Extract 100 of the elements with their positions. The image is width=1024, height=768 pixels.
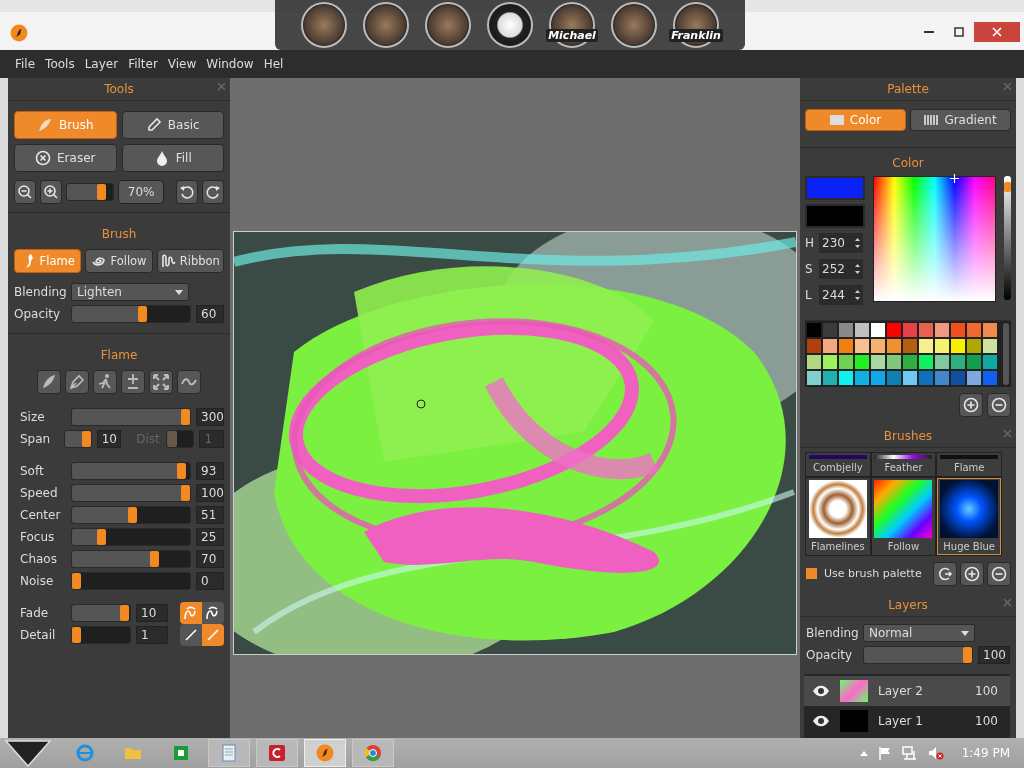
spin-field[interactable]: 252 — [819, 259, 863, 279]
color-swatch[interactable] — [983, 355, 997, 369]
color-swatch[interactable] — [919, 339, 933, 353]
color-swatch[interactable] — [823, 371, 837, 385]
slider-track[interactable] — [71, 528, 191, 546]
mode-toggle-button[interactable] — [180, 624, 202, 646]
color-swatch[interactable] — [839, 355, 853, 369]
color-swatch[interactable] — [887, 371, 901, 385]
color-swatch[interactable] — [903, 371, 917, 385]
slider-thumb[interactable] — [181, 485, 190, 501]
tool-button[interactable]: Basic — [121, 111, 224, 139]
color-swatch[interactable] — [951, 339, 965, 353]
game-badge[interactable] — [363, 2, 409, 48]
color-swatch[interactable] — [823, 355, 837, 369]
slider-thumb[interactable] — [181, 409, 190, 425]
slider-thumb[interactable] — [119, 605, 129, 621]
mode-toggle-button[interactable] — [202, 624, 224, 646]
color-swatch[interactable] — [951, 371, 965, 385]
slider-thumb[interactable] — [963, 647, 972, 664]
taskbar-app-button[interactable] — [256, 739, 298, 767]
slider-track[interactable] — [71, 604, 131, 622]
slider-track[interactable] — [71, 506, 191, 524]
value-field[interactable]: 25 — [196, 528, 224, 546]
brush-preset[interactable]: Combjelly — [806, 452, 870, 476]
eye-icon[interactable] — [812, 715, 830, 727]
value-field[interactable]: 0 — [196, 572, 224, 590]
slider-track[interactable] — [71, 408, 191, 426]
menu-item[interactable]: Filter — [123, 57, 163, 71]
flame-tool-button[interactable] — [65, 370, 89, 394]
layer-row[interactable]: Layer 1 100 — [804, 706, 1010, 736]
color-swatch[interactable] — [935, 323, 949, 337]
game-badge[interactable]: Michael — [549, 2, 595, 48]
color-swatch[interactable] — [855, 323, 869, 337]
color-swatch[interactable] — [855, 371, 869, 385]
value-field[interactable]: 1 — [136, 626, 168, 644]
game-badge[interactable] — [611, 2, 657, 48]
menu-item[interactable]: Tools — [40, 57, 80, 71]
reset-button[interactable] — [933, 561, 957, 586]
spin-field[interactable]: 230 — [819, 233, 863, 253]
rotate-right-button[interactable] — [201, 180, 224, 204]
value-field[interactable]: 300 — [196, 408, 224, 426]
secondary-color-swatch[interactable] — [805, 204, 866, 228]
layer-row[interactable]: Layer 2 100 — [804, 676, 1010, 706]
color-swatch[interactable] — [935, 339, 949, 353]
checkbox[interactable] — [806, 568, 817, 580]
slider-thumb[interactable] — [97, 184, 107, 200]
color-swatch[interactable] — [951, 355, 965, 369]
lightness-slider[interactable] — [1004, 176, 1011, 300]
color-swatch[interactable] — [967, 355, 981, 369]
color-swatch[interactable] — [951, 323, 965, 337]
add-button[interactable] — [959, 393, 983, 417]
color-swatch[interactable] — [967, 323, 981, 337]
brush-preset[interactable]: Follow — [871, 477, 936, 555]
color-swatch[interactable] — [855, 355, 869, 369]
taskbar-app-button[interactable] — [352, 739, 394, 767]
color-swatch[interactable] — [967, 339, 981, 353]
flame-tool-button[interactable] — [121, 370, 145, 394]
color-swatch[interactable] — [871, 355, 885, 369]
value-field[interactable]: 60 — [196, 305, 224, 323]
slider-track[interactable] — [863, 646, 973, 665]
close-button[interactable] — [974, 22, 1020, 42]
color-swatch[interactable] — [919, 355, 933, 369]
color-swatch[interactable] — [903, 339, 917, 353]
slider-thumb[interactable] — [1004, 181, 1012, 192]
color-swatch[interactable] — [807, 323, 821, 337]
color-swatch[interactable] — [935, 355, 949, 369]
color-swatch[interactable] — [823, 339, 837, 353]
color-swatch[interactable] — [903, 323, 917, 337]
brush-type-button[interactable]: Follow — [85, 249, 153, 273]
menu-item[interactable]: View — [162, 57, 202, 71]
tool-button[interactable]: Eraser — [14, 144, 117, 172]
slider-thumb[interactable] — [138, 306, 148, 322]
slider-thumb[interactable] — [177, 463, 187, 479]
color-swatch[interactable] — [839, 339, 853, 353]
mode-toggle-button[interactable] — [202, 602, 224, 624]
color-swatch[interactable] — [887, 355, 901, 369]
value-field[interactable]: 10 — [136, 604, 168, 622]
slider-thumb[interactable] — [150, 551, 160, 567]
color-swatch[interactable] — [823, 323, 837, 337]
flame-tool-button[interactable] — [177, 370, 201, 394]
zoom-value[interactable]: 70% — [118, 180, 165, 204]
slider-track[interactable] — [71, 626, 131, 644]
color-swatch[interactable] — [871, 339, 885, 353]
slider-track[interactable] — [71, 305, 191, 323]
close-icon[interactable] — [1003, 82, 1012, 91]
color-swatch[interactable] — [919, 371, 933, 385]
value-field[interactable]: 93 — [196, 462, 224, 480]
close-icon[interactable] — [1003, 429, 1012, 438]
slider-thumb[interactable] — [97, 529, 106, 545]
slider-track[interactable] — [71, 572, 191, 590]
close-icon[interactable] — [1003, 597, 1012, 607]
color-swatch[interactable] — [887, 323, 901, 337]
color-swatch[interactable] — [839, 371, 853, 385]
remove-button[interactable] — [987, 561, 1011, 586]
add-button[interactable] — [960, 561, 984, 586]
color-swatch[interactable] — [807, 371, 821, 385]
color-swatch[interactable] — [983, 339, 997, 353]
color-spectrum[interactable] — [873, 176, 997, 302]
tool-button[interactable]: Fill — [121, 144, 224, 172]
color-swatch[interactable] — [983, 371, 997, 385]
